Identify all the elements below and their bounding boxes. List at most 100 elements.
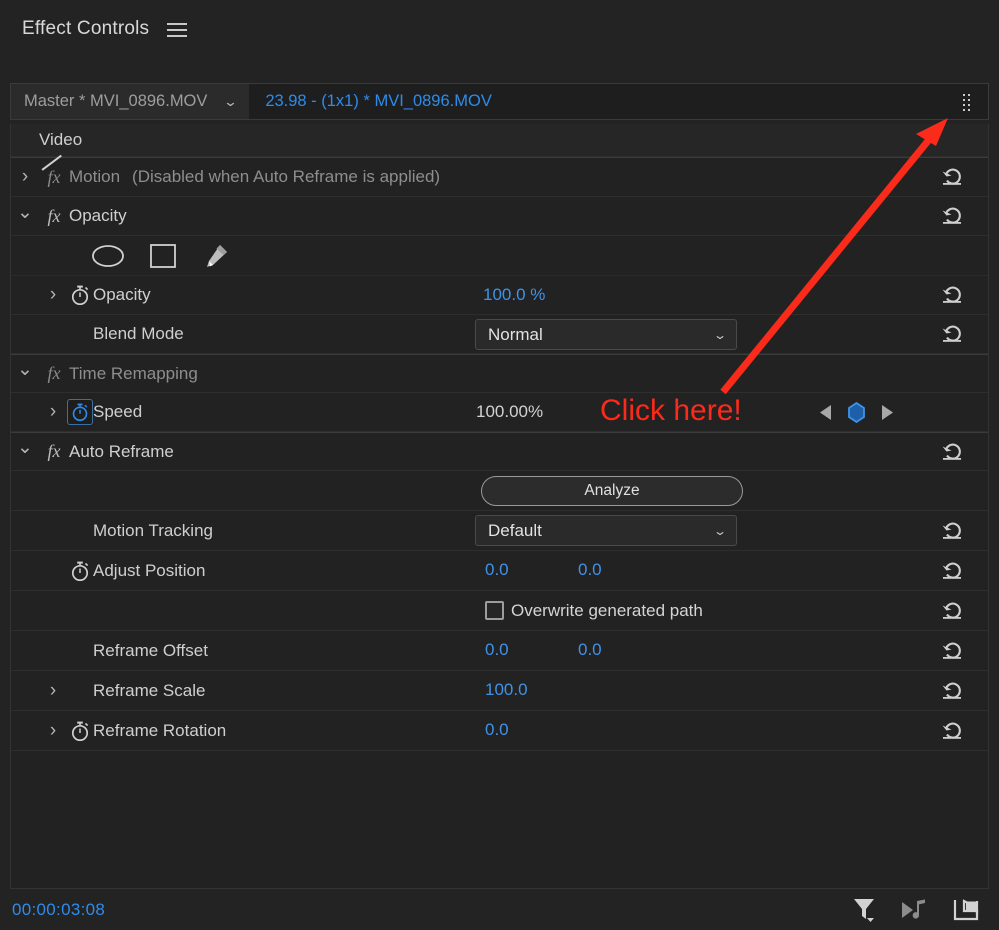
effect-name-auto-reframe: Auto Reframe: [69, 441, 174, 461]
drag-grip-icon[interactable]: [963, 94, 974, 111]
param-value-opacity[interactable]: 100.0 %: [483, 285, 545, 306]
hamburger-line: [167, 34, 188, 37]
effect-name-time-remapping: Time Remapping: [69, 363, 198, 383]
analyze-row: Analyze: [11, 471, 988, 511]
reframe-rotation-value[interactable]: 0.0: [485, 720, 509, 741]
hamburger-menu-icon[interactable]: [167, 21, 188, 37]
mask-tools-row: [11, 236, 988, 276]
ellipse-mask-tool[interactable]: [91, 244, 125, 268]
reset-parameter-icon[interactable]: [940, 205, 966, 227]
disclosure-triangle-speed[interactable]: [39, 401, 67, 423]
effect-row-time-remapping[interactable]: fx Time Remapping: [11, 354, 988, 393]
motion-tracking-dropdown[interactable]: Default ⌄: [475, 515, 737, 546]
effect-name-opacity: Opacity: [69, 206, 127, 225]
stopwatch-icon-adjust-position[interactable]: [67, 560, 93, 582]
param-row-adjust-position[interactable]: Adjust Position 0.0 0.0: [11, 551, 988, 591]
disclosure-triangle-auto-reframe[interactable]: [11, 440, 39, 463]
panel-bottom-bar: 00:00:03:08: [0, 889, 999, 930]
hamburger-line: [167, 28, 188, 31]
effect-row-motion[interactable]: fx Motion (Disabled when Auto Reframe is…: [11, 154, 988, 197]
audio-transition-icon[interactable]: [901, 898, 927, 922]
blend-mode-dropdown[interactable]: Normal ⌄: [475, 319, 737, 350]
reset-parameter-icon[interactable]: [940, 720, 966, 742]
reset-parameter-icon[interactable]: [940, 166, 966, 188]
chevron-down-icon[interactable]: ⌄: [223, 95, 238, 108]
effect-list: Video fx Motion (Disabled when Auto Refr…: [10, 124, 989, 889]
disclosure-triangle-time-remapping[interactable]: [11, 362, 39, 385]
reset-parameter-icon[interactable]: [940, 680, 966, 702]
param-label-blend-mode: Blend Mode: [93, 324, 184, 343]
hamburger-line: [167, 22, 188, 25]
effect-row-auto-reframe[interactable]: fx Auto Reframe: [11, 432, 988, 471]
param-value-speed[interactable]: 100.00%: [476, 402, 543, 423]
effect-row-opacity-header[interactable]: fx Opacity: [11, 197, 988, 236]
reframe-offset-y-value[interactable]: 0.0: [578, 640, 602, 661]
reset-parameter-icon[interactable]: [940, 640, 966, 662]
section-header-video: Video: [11, 124, 988, 157]
rectangle-mask-tool[interactable]: [149, 243, 177, 269]
disclosure-triangle-reframe-scale[interactable]: [39, 680, 67, 702]
reframe-scale-value[interactable]: 100.0: [485, 680, 528, 701]
param-row-motion-tracking[interactable]: Motion Tracking Default ⌄: [11, 511, 988, 551]
param-row-reframe-rotation[interactable]: Reframe Rotation 0.0: [11, 711, 988, 751]
param-row-blend-mode[interactable]: Blend Mode Normal ⌄: [11, 315, 988, 354]
filter-funnel-icon[interactable]: [853, 897, 875, 923]
video-section-label: Video: [39, 130, 83, 149]
disclosure-triangle-reframe-rotation[interactable]: [39, 720, 67, 742]
previous-keyframe-icon[interactable]: [818, 404, 833, 421]
fx-glyph: fx: [47, 166, 61, 187]
adjust-position-y-value[interactable]: 0.0: [578, 560, 602, 581]
param-label-reframe-scale: Reframe Scale: [93, 680, 206, 700]
reset-parameter-icon[interactable]: [940, 600, 966, 622]
param-row-speed[interactable]: Speed 100.00%: [11, 393, 988, 432]
param-label-adjust-position: Adjust Position: [93, 560, 206, 580]
param-row-overwrite-path[interactable]: Overwrite generated path: [11, 591, 988, 631]
analyze-button[interactable]: Analyze: [481, 476, 743, 506]
next-keyframe-icon[interactable]: [880, 404, 895, 421]
fx-icon[interactable]: fx: [39, 441, 69, 462]
effect-controls-panel: Effect Controls Master * MVI_0896.MOV ⌄ …: [0, 0, 999, 930]
effect-name-motion: Motion: [69, 167, 121, 186]
stopwatch-icon-speed[interactable]: [67, 399, 93, 425]
master-clip-tab[interactable]: Master * MVI_0896.MOV ⌄: [11, 84, 250, 119]
param-row-reframe-scale[interactable]: Reframe Scale 100.0: [11, 671, 988, 711]
param-label-opacity: Opacity: [93, 285, 151, 304]
adjust-position-x-value[interactable]: 0.0: [485, 560, 509, 581]
fx-glyph: fx: [47, 205, 61, 226]
stopwatch-icon-opacity[interactable]: [67, 284, 93, 306]
keyframe-navigator: [818, 401, 895, 423]
clip-selector-strip: Master * MVI_0896.MOV ⌄ 23.98 - (1x1) * …: [10, 83, 989, 120]
param-row-reframe-offset[interactable]: Reframe Offset 0.0 0.0: [11, 631, 988, 671]
fx-disabled-icon[interactable]: fx: [39, 154, 69, 188]
motion-disabled-note: (Disabled when Auto Reframe is applied): [132, 167, 441, 186]
pen-mask-tool[interactable]: [201, 243, 229, 269]
param-label-speed: Speed: [93, 402, 143, 421]
reset-parameter-icon[interactable]: [940, 284, 966, 306]
checkbox-box[interactable]: [485, 601, 504, 620]
stopwatch-icon-reframe-rotation[interactable]: [67, 720, 93, 742]
reset-parameter-icon[interactable]: [940, 560, 966, 582]
overwrite-generated-path-checkbox[interactable]: Overwrite generated path: [485, 601, 703, 621]
fx-icon[interactable]: fx: [39, 206, 69, 227]
export-frame-icon[interactable]: [953, 898, 979, 922]
keyframe-diamond-icon[interactable]: [847, 401, 866, 423]
param-row-opacity[interactable]: Opacity 100.0 %: [11, 276, 988, 315]
reset-parameter-icon[interactable]: [940, 323, 966, 345]
bottom-bar-icons: [853, 897, 979, 923]
reset-parameter-icon[interactable]: [940, 520, 966, 542]
analyze-button-label: Analyze: [584, 482, 640, 499]
disclosure-triangle-opacity-param[interactable]: [39, 284, 67, 306]
disclosure-triangle-motion[interactable]: [11, 166, 39, 188]
master-clip-label: Master * MVI_0896.MOV: [24, 92, 208, 110]
param-label-reframe-rotation: Reframe Rotation: [93, 720, 227, 740]
panel-titlebar: Effect Controls: [0, 0, 999, 57]
timecode-display[interactable]: 00:00:03:08: [12, 900, 105, 920]
reframe-offset-x-value[interactable]: 0.0: [485, 640, 509, 661]
param-label-motion-tracking: Motion Tracking: [93, 520, 213, 540]
overwrite-generated-path-label: Overwrite generated path: [511, 600, 703, 620]
sequence-clip-tab[interactable]: 23.98 - (1x1) * MVI_0896.MOV: [249, 84, 506, 119]
disclosure-triangle-opacity[interactable]: [11, 205, 39, 228]
fx-icon[interactable]: fx: [39, 363, 69, 384]
reset-parameter-icon[interactable]: [940, 441, 966, 463]
motion-tracking-value: Default: [488, 520, 542, 540]
